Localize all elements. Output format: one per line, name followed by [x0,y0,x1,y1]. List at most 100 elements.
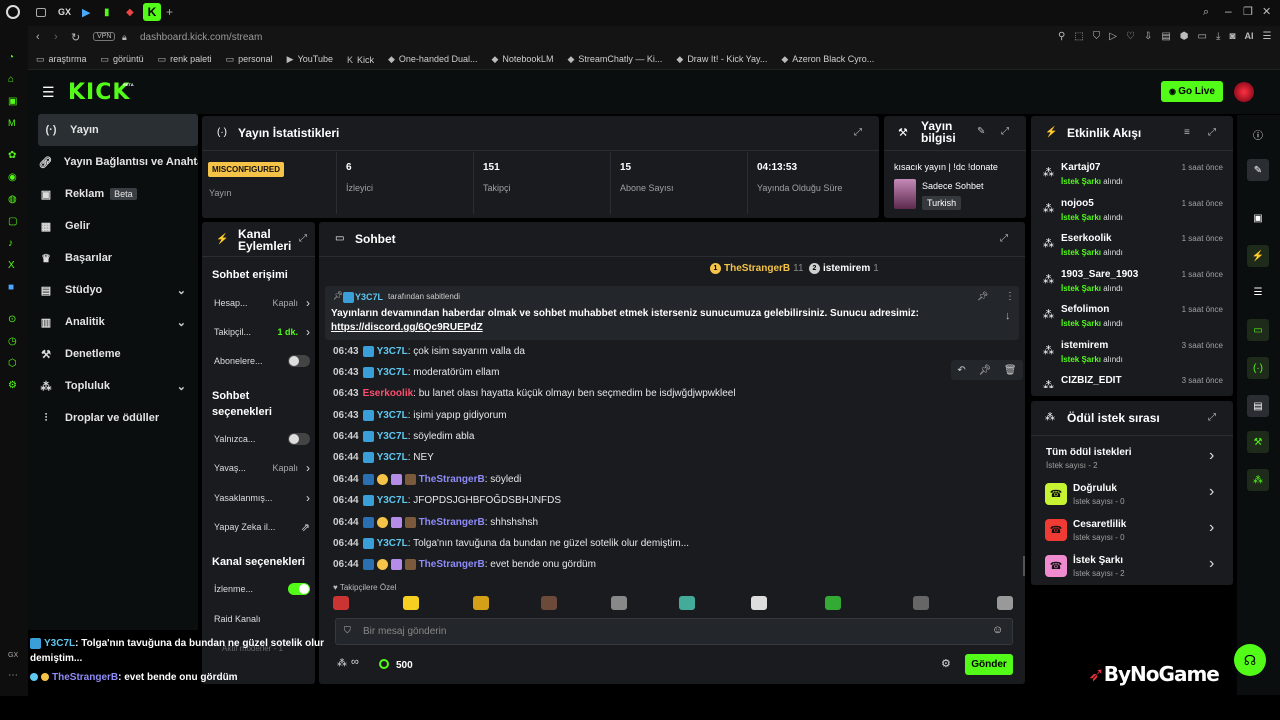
edit-icon[interactable]: ✎ [977,126,985,137]
top-chatter[interactable]: 2 istemirem 1 [809,263,879,274]
tab-icon-red[interactable]: ◆ [126,7,134,18]
bookmark-item[interactable]: ◆ Azeron Black Cyro... [781,54,874,65]
lightning-icon[interactable]: ⚡ [1247,245,1269,267]
message-username[interactable]: Eserkoolik [363,388,414,399]
sidebar-speed-icon[interactable]: ◔ [8,52,14,63]
row-control[interactable]: › [306,491,310,505]
close-icon[interactable]: ✕ [1262,5,1271,18]
emote-icon[interactable] [913,596,929,610]
emote-icon[interactable] [679,596,695,610]
wallet-icon[interactable]: ▭ [1198,31,1207,42]
message-username[interactable]: TheStrangerB [419,517,485,528]
activity-item[interactable]: ⁂ Kartaj07 İstek Şarkı alındı 1 saat önce [1043,160,1223,194]
search-icon[interactable]: ⌕ [1203,6,1209,19]
chat-message[interactable]: 06:43 Eserkoolik: bu lanet olası hayatta … [333,388,736,399]
list-icon[interactable]: ☰ [1247,281,1269,303]
channel-action-row[interactable]: Yalnızca... [214,433,310,445]
message-username[interactable]: Y3C7L [377,431,408,442]
emote-icon[interactable] [825,596,841,610]
message-username[interactable]: Y3C7L [377,538,408,549]
sidebar-item[interactable]: (·) Yayın [38,114,198,146]
edit-icon[interactable]: ✎ [1247,159,1269,181]
bookmark-item[interactable]: ◆ Draw It! - Kick Yay... [676,54,767,65]
pin-icon[interactable]: ⚲ [1058,31,1065,42]
minimize-icon[interactable]: – [1225,4,1232,18]
sidebar-bag-icon[interactable]: ⌂ [8,74,14,85]
chat-message[interactable]: 06:44 Y3C7L: söyledim abla [333,431,474,442]
broadcast-icon[interactable]: (·) [1247,357,1269,379]
message-username[interactable]: Y3C7L [377,495,408,506]
sidebar-clock-icon[interactable]: ◷ [8,336,17,347]
sidebar-m-icon[interactable]: M [8,118,16,128]
chat-message[interactable]: 06:44 TheStrangerB: shhshshsh [333,517,538,528]
camera-icon[interactable]: ◙ [1229,31,1235,42]
sidebar-item[interactable]: ▤ Stüdyo ⌄ [28,274,198,306]
restore-icon[interactable]: ❐ [1243,5,1253,18]
extensions-icon[interactable]: ⬢ [1180,31,1189,42]
row-control[interactable]: Kapalı › [272,296,310,310]
back-icon[interactable]: ‹ [36,31,40,43]
download-arrow-icon[interactable]: ⇩ [1144,31,1152,42]
sidebar-panel-icon[interactable]: ▣ [1247,207,1269,229]
new-tab-icon[interactable]: + [166,5,173,19]
chat-input[interactable]: Bir mesaj gönderin [363,626,446,637]
channel-action-row[interactable]: Yavaş... Kapalı › [214,461,310,475]
kick-logo[interactable]: KICK [68,80,130,105]
bookmark-item[interactable]: ▭ görüntü [101,54,144,65]
bookmark-item[interactable]: ▭ personal [226,54,273,65]
pin-message-icon[interactable]: 📌︎ [978,365,991,376]
channel-action-row[interactable]: Raid Kanalı [214,614,310,624]
chevron-down-icon[interactable]: ⌄ [177,380,186,393]
bookmark-item[interactable]: ◆ StreamChatly — Ki... [567,54,662,65]
channel-action-row[interactable]: İzlenme... [214,583,310,595]
pinned-link[interactable]: https://discord.gg/6Qc9RUEPdZ [331,322,483,333]
doc-icon[interactable]: ▤ [1161,31,1170,42]
reward-queue-item[interactable]: ☎ Doğruluk İstek sayısı - 0 › [1031,481,1233,513]
chat-message[interactable]: 06:44 Y3C7L: NEY [333,452,434,463]
sidebar-item[interactable]: ▦ Gelir [28,210,198,242]
chat-message[interactable]: 06:43 Y3C7L: çok isim sayarım valla da [333,346,525,357]
community-icon[interactable]: ⁂ [1247,469,1269,491]
sidebar-item[interactable]: ♛ Başarılar [28,242,198,274]
sidebar-more-icon[interactable]: ⋯ [8,670,18,681]
message-username[interactable]: TheStrangerB [419,474,485,485]
reward-queue-item[interactable]: ☎ İstek Şarkı İstek sayısı - 2 › [1031,553,1233,585]
sidebar-item[interactable]: ▥ Analitik ⌄ [28,306,198,338]
unpin-icon[interactable]: 📌︎ [977,291,988,302]
delete-icon[interactable]: 🗑︎ [1004,365,1017,376]
expand-icon[interactable]: ⤢ [854,127,862,138]
x-icon[interactable]: X [8,260,15,271]
bookmark-item[interactable]: ▭ araştırma [36,54,87,65]
activity-item[interactable]: ⁂ Eserkoolik İstek Şarkı alındı 1 saat önce [1043,231,1223,265]
tiktok-icon[interactable]: ♪ [8,238,13,249]
chat-scrollbar[interactable] [1023,556,1025,576]
row-control[interactable]: Kapalı › [272,461,310,475]
message-username[interactable]: Y3C7L [377,452,408,463]
sidebar-settings-icon[interactable]: ⚙ [8,380,17,391]
sidebar-chatgpt-icon[interactable]: ✿ [8,150,16,161]
emote-icon[interactable] [997,596,1013,610]
info-icon[interactable]: ⓘ [1247,123,1269,145]
chevron-down-icon[interactable]: ⌄ [177,284,186,297]
channel-action-row[interactable]: Yapay Zeka il... ⇗ [214,522,310,534]
reward-queue-item[interactable]: ☎ Cesaretlilik İstek sayısı - 0 › [1031,517,1233,549]
forward-icon[interactable]: › [54,31,58,43]
chat-input-box[interactable]: ⛉ Bir mesaj gönderin ☺ [335,618,1013,645]
expand-icon[interactable]: ⤢ [299,233,307,244]
chat-icon[interactable]: ▭ [1247,319,1269,341]
message-username[interactable]: Y3C7L [377,346,408,357]
emote-icon[interactable] [751,596,767,610]
row-control[interactable]: 1 dk. › [277,325,310,339]
expand-icon[interactable]: ⤢ [1001,126,1009,137]
bookmark-item[interactable]: ▶ YouTube [287,54,333,65]
emote-icon[interactable] [403,596,419,610]
bookmark-item[interactable]: ◆ NotebookLM [491,54,553,65]
sidebar-item[interactable]: ⁂ Topluluk ⌄ [28,370,198,402]
toggle-switch[interactable] [288,583,310,595]
emote-icon[interactable] [473,596,489,610]
chat-message[interactable]: 06:43 Y3C7L: moderatörüm ellam [333,367,499,378]
message-username[interactable]: Y3C7L [377,410,408,421]
url-text[interactable]: dashboard.kick.com/stream [140,32,262,43]
download-icon[interactable]: ⤓ [1216,31,1220,42]
sidebar-image-icon[interactable]: ▣ [8,96,17,107]
